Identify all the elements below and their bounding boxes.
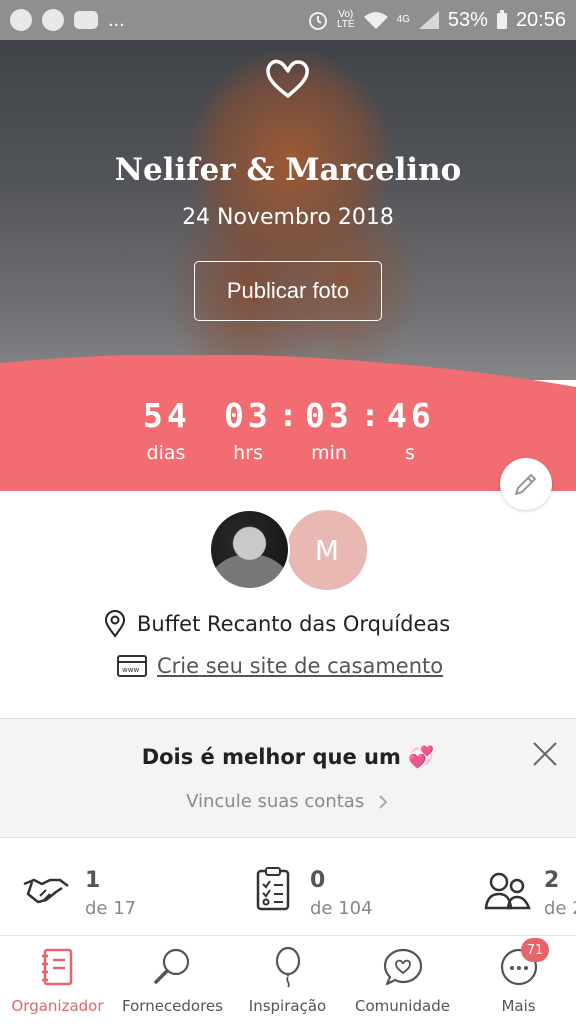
link-accounts-button[interactable]: Vincule suas contas: [0, 791, 576, 812]
guests-stat[interactable]: 2 de 2: [484, 840, 576, 935]
avatar[interactable]: [209, 509, 290, 590]
venue-name: Buffet Recanto das Orquídeas: [137, 612, 451, 636]
network-type: Vo) LTE: [336, 9, 355, 30]
nav-label: Comunidade: [355, 997, 450, 1015]
vendors-stat[interactable]: 1 de 17: [22, 840, 182, 935]
countdown-separator: :: [282, 399, 294, 434]
promo-title: Dois é melhor que um 💞: [141, 745, 435, 769]
wedding-date: 24 Novembro 2018: [182, 205, 394, 230]
checklist-icon: [256, 867, 290, 911]
battery-percent: 53%: [447, 8, 488, 31]
edit-button[interactable]: [500, 458, 552, 510]
countdown: 54 03 : 03 : 46 dias hrs min s: [0, 355, 576, 491]
close-icon[interactable]: [530, 739, 560, 769]
website-icon: www: [117, 655, 147, 677]
guests-total: de 2: [544, 898, 576, 919]
notification-badge: 71: [521, 938, 549, 962]
create-site-link[interactable]: Crie seu site de casamento: [157, 654, 443, 678]
location-pin-icon: [104, 610, 126, 638]
tasks-stat[interactable]: 0 de 104: [255, 840, 425, 935]
battery-icon: [496, 10, 507, 29]
venue[interactable]: Buffet Recanto das Orquídeas: [103, 610, 450, 638]
tasks-total: de 104: [310, 898, 373, 919]
balloon-icon: [275, 946, 301, 988]
heart-icon: [266, 59, 309, 98]
chrome-icon: [42, 9, 64, 31]
publish-photo-button[interactable]: Publicar foto: [194, 261, 382, 321]
nav-item-organizer[interactable]: Organizador: [0, 936, 115, 1025]
progress-stats: 1 de 17 0 de 104 2 de 2: [0, 840, 576, 935]
search-icon: [154, 948, 190, 984]
youtube-icon: [74, 11, 98, 29]
status-bar: ... Vo) LTE 4G 53% 20:56: [0, 0, 576, 40]
wifi-icon: [363, 12, 388, 29]
signal-icon: [418, 11, 439, 29]
alarm-icon: [308, 12, 327, 30]
days-label: dias: [146, 442, 186, 464]
nav-item-more[interactable]: Mais: [461, 936, 576, 1025]
guests-icon: [484, 872, 531, 910]
link-accounts-banner: Dois é melhor que um 💞 Vincule suas cont…: [0, 718, 576, 838]
vendors-count: 1: [85, 868, 101, 893]
minutes-label: min: [311, 442, 347, 464]
handshake-icon: [23, 878, 69, 904]
countdown-days: 54: [143, 396, 191, 435]
nav-label: Organizador: [11, 997, 104, 1015]
nav-label: Fornecedores: [122, 997, 223, 1015]
countdown-minutes: 03: [305, 396, 353, 435]
hours-label: hrs: [233, 442, 263, 464]
countdown-seconds: 46: [387, 396, 435, 435]
link-accounts-label: Vincule suas contas: [186, 791, 365, 812]
guests-count: 2: [544, 868, 560, 893]
signal-label: 4G: [396, 14, 410, 25]
clock: 20:56: [515, 8, 566, 31]
chat-heart-icon: [383, 948, 423, 986]
wedding-site-link[interactable]: www Crie seu site de casamento: [117, 654, 443, 678]
nav-item-inspiration[interactable]: Inspiração: [230, 936, 345, 1025]
tasks-count: 0: [310, 868, 326, 893]
pencil-icon: [515, 474, 536, 495]
couple-names: Nelifer & Marcelino: [114, 152, 462, 188]
svg-text:www: www: [122, 666, 139, 674]
nav-item-community[interactable]: Comunidade: [345, 936, 460, 1025]
chevron-right-icon: [379, 795, 388, 809]
countdown-hours: 03: [224, 396, 272, 435]
nav-label: Mais: [501, 997, 536, 1015]
nav-label: Inspiração: [248, 997, 327, 1015]
partner-avatar[interactable]: M: [287, 510, 367, 590]
nav-item-vendors[interactable]: Fornecedores: [115, 936, 230, 1025]
bottom-navigation: Organizador Fornecedores Inspiração Comu…: [0, 935, 576, 1024]
more-notifications: ...: [108, 8, 125, 31]
chrome-icon: [10, 9, 32, 31]
vendors-total: de 17: [85, 898, 137, 919]
notebook-icon: [42, 948, 73, 986]
countdown-separator: :: [364, 399, 376, 434]
seconds-label: s: [405, 442, 415, 464]
